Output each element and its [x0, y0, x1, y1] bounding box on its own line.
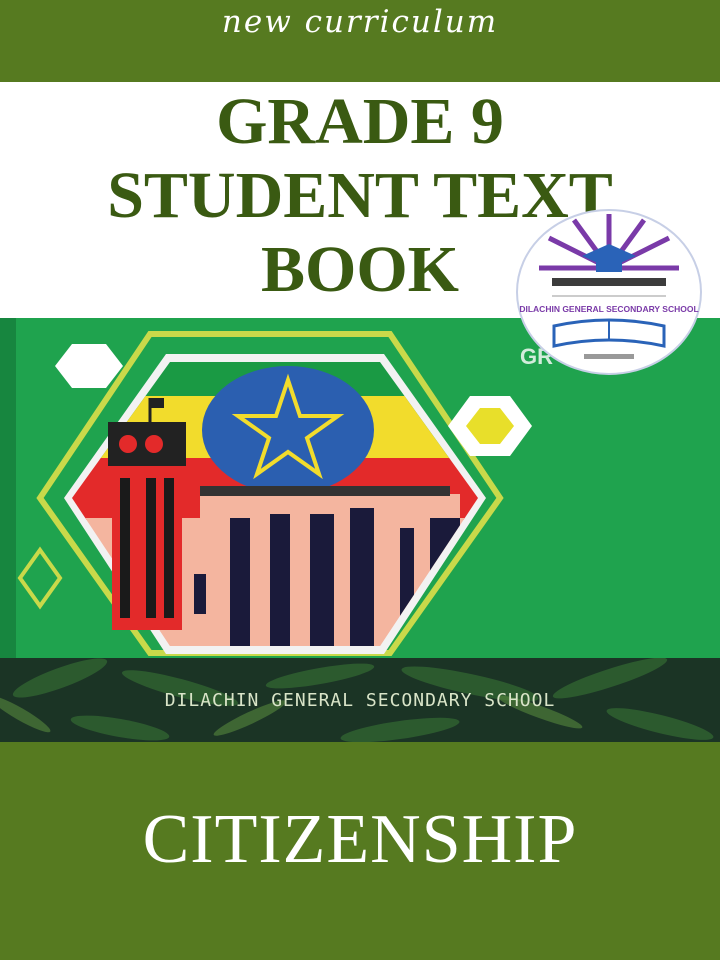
curriculum-tagline: new curriculum	[221, 4, 499, 40]
school-banner: DILACHIN GENERAL SECONDARY SCHOOL	[0, 658, 720, 742]
banner-school-name: DILACHIN GENERAL SECONDARY SCHOOL	[164, 690, 556, 711]
school-logo-graphic: DILACHIN GENERAL SECONDARY SCHOOL	[516, 209, 702, 375]
logo-school-name: DILACHIN GENERAL SECONDARY SCHOOL	[519, 304, 698, 314]
title-grade: GRADE 9	[216, 85, 504, 158]
subject-title: CITIZENSHIP	[142, 801, 578, 878]
school-logo: DILACHIN GENERAL SECONDARY SCHOOL	[514, 208, 704, 376]
